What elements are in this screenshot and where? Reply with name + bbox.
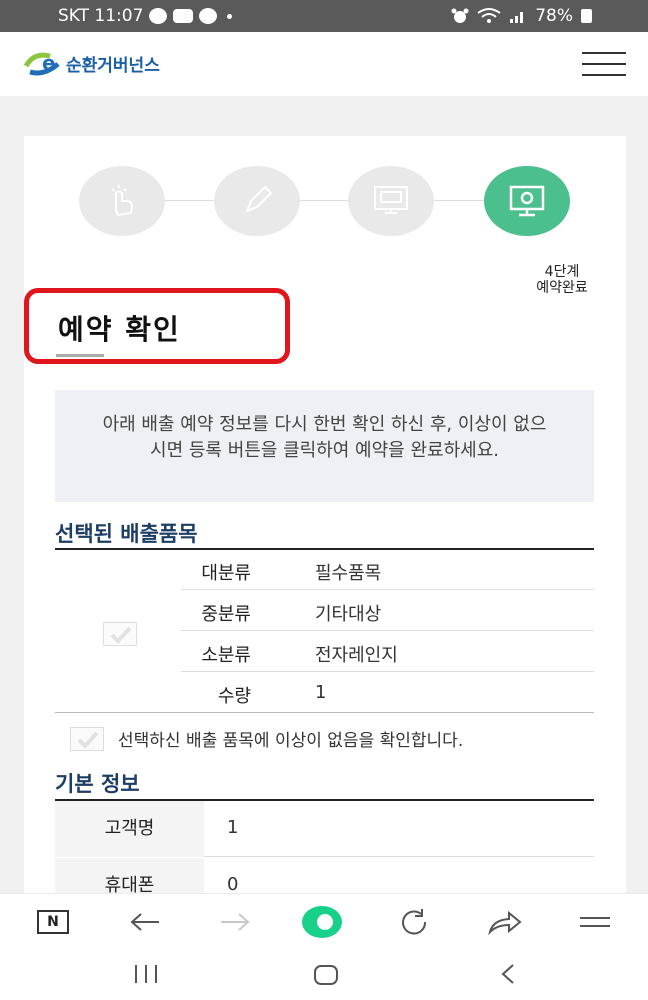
table-row: 고객명 1 [55, 801, 594, 857]
green-dot-button[interactable] [302, 904, 342, 940]
site-logo[interactable]: e 순환거버넌스 [23, 50, 160, 76]
green-dot-icon [302, 906, 342, 938]
row-label: 대분류 [201, 563, 251, 584]
table-row: 대분류 필수품목 [181, 550, 594, 590]
browser-menu-button[interactable] [575, 904, 615, 940]
row-label: 중분류 [201, 604, 251, 625]
naver-home-button[interactable]: N [33, 904, 73, 940]
row-value: 필수품목 [315, 563, 382, 584]
status-bar: SKT 11:07 78% [0, 0, 648, 32]
forward-button[interactable] [215, 904, 255, 940]
home-icon[interactable] [314, 965, 338, 985]
row-label: 수량 [217, 686, 251, 707]
step-3 [348, 166, 434, 236]
row-value: 1 [227, 817, 239, 838]
more-notifications-icon [227, 13, 233, 19]
logo-mark-icon: e [23, 50, 64, 76]
monitor-form-icon [374, 186, 408, 214]
reservation-card: 4단계 예약완료 예약 확인 아래 배출 예약 정보를 다시 한번 확인 하신 … [24, 136, 626, 896]
back-chevron-icon[interactable] [500, 963, 516, 985]
back-button[interactable] [125, 904, 165, 940]
browser-toolbar: N [0, 893, 648, 949]
refresh-icon [402, 909, 427, 935]
step-4 [484, 166, 570, 236]
table-row: 수량 1 [55, 673, 594, 713]
talk-notification-icon [149, 8, 168, 24]
system-nav-bar [0, 949, 648, 1000]
step-progress: 4단계 예약완료 [24, 166, 626, 296]
row-value: 기타대상 [315, 604, 382, 625]
step-4-label-text: 예약완료 [536, 280, 588, 296]
menu-icon [580, 917, 610, 927]
row-value: 전자레인지 [315, 645, 398, 666]
share-button[interactable] [485, 904, 525, 940]
page-title: 예약 확인 [58, 313, 181, 346]
gallery-notification-icon [173, 9, 194, 23]
checkmark-icon [77, 731, 99, 749]
table-row: 소분류 전자레인지 [181, 632, 594, 672]
status-left: SKT 11:07 [58, 6, 233, 26]
hand-pointer-icon [111, 185, 134, 217]
carrier-time: SKT 11:07 [58, 6, 144, 26]
signal-icon [510, 12, 524, 23]
naver-n-icon: N [37, 910, 69, 934]
checkmark-icon [110, 626, 132, 644]
step-4-label: 4단계 예약완료 [502, 264, 622, 296]
table-row: 중분류 기타대상 [181, 591, 594, 631]
arrow-right-icon [221, 913, 250, 931]
pen-icon [245, 185, 273, 213]
notice-box: 아래 배출 예약 정보를 다시 한번 확인 하신 후, 이상이 없으시면 등록 … [55, 390, 594, 502]
selected-items-title: 선택된 배출품목 [55, 522, 198, 546]
brand-name: 순환거버넌스 [66, 55, 160, 76]
row-value: 0 [227, 874, 239, 895]
app-notification-icon [199, 8, 218, 24]
step-connector [124, 200, 524, 201]
arrow-left-icon [130, 913, 159, 931]
step-2 [214, 166, 300, 236]
wifi-icon [477, 8, 501, 23]
share-arrow-icon [488, 910, 522, 936]
item-select-checkbox[interactable] [103, 622, 137, 646]
basic-info-title: 기본 정보 [55, 772, 140, 796]
confirm-items-row[interactable]: 선택하신 배출 품목에 이상이 없음을 확인합니다. [70, 726, 463, 751]
step-4-label-number: 4단계 [544, 264, 580, 280]
row-label: 휴대폰 [55, 858, 204, 896]
row-label: 고객명 [55, 801, 204, 857]
confirm-items-label: 선택하신 배출 품목에 이상이 없음을 확인합니다. [118, 731, 464, 751]
title-underline [56, 354, 104, 357]
battery-percent: 78% [535, 6, 573, 26]
table-row: 휴대폰 0 [55, 858, 594, 896]
recent-apps-icon[interactable] [133, 965, 159, 983]
confirm-items-checkbox[interactable] [70, 726, 104, 751]
menu-hamburger-icon[interactable] [582, 52, 626, 76]
status-right: 78% [451, 6, 592, 26]
monitor-check-icon [509, 185, 545, 217]
step-1 [79, 166, 165, 236]
alarm-icon [451, 8, 469, 23]
battery-icon [581, 9, 592, 23]
row-label: 소분류 [201, 645, 251, 666]
refresh-button[interactable] [395, 904, 435, 940]
site-header: e 순환거버넌스 [0, 32, 648, 96]
logo-letter: e [42, 51, 56, 75]
row-value: 1 [315, 682, 327, 703]
